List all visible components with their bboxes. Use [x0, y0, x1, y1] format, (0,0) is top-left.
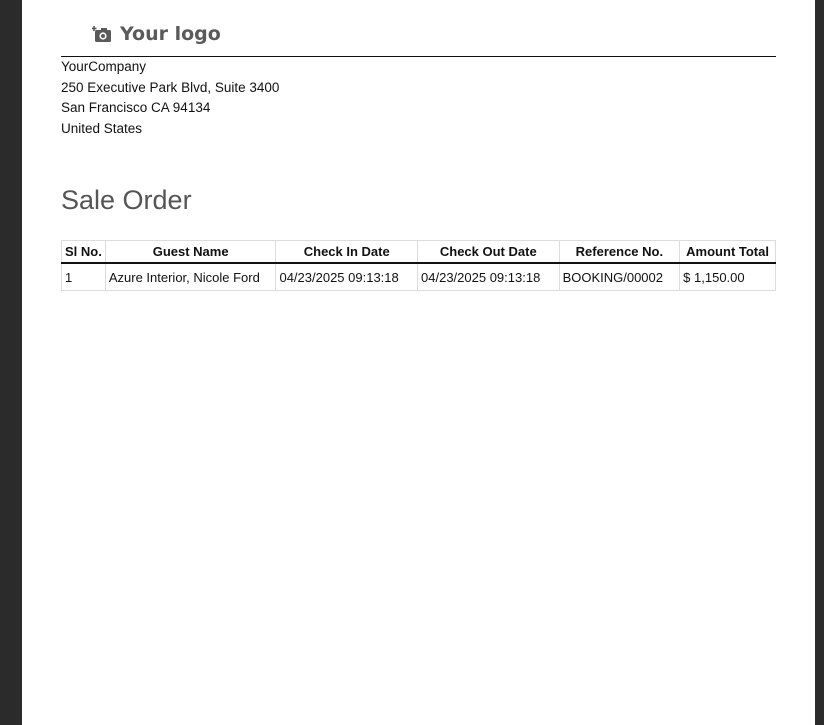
- cell-check-out-date: 04/23/2025 09:13:18: [417, 262, 560, 291]
- table-row: 1 Azure Interior, Nicole Ford 04/23/2025…: [61, 262, 776, 291]
- header-reference-no: Reference No.: [558, 240, 681, 264]
- company-name: YourCompany: [61, 59, 147, 74]
- header-guest-name: Guest Name: [104, 240, 277, 264]
- company-country: United States: [61, 120, 143, 136]
- cell-reference-no: BOOKING/00002: [558, 262, 681, 291]
- cell-amount-total: $ 1,150.00: [679, 262, 776, 291]
- company-city: San Francisco CA 94134: [61, 100, 211, 116]
- header-amount-total: Amount Total: [679, 240, 776, 264]
- booking-table: Sl No. Guest Name Check In Date Check Ou…: [61, 240, 776, 291]
- header-sl-no: Sl No.: [61, 240, 106, 264]
- cell-check-in-date: 04/23/2025 09:13:18: [275, 262, 419, 291]
- cell-sl-no: 1: [61, 262, 106, 291]
- cell-guest-name: Azure Interior, Nicole Ford: [104, 262, 277, 291]
- header-check-out-date: Check Out Date: [417, 240, 560, 264]
- document-title: Sale Order: [61, 185, 192, 215]
- logo-text: Your logo: [120, 23, 221, 45]
- table-header-row: Sl No. Guest Name Check In Date Check Ou…: [61, 240, 776, 264]
- company-logo: Your logo: [92, 20, 221, 48]
- report-page: Your logo YourCompany 250 Executive Park…: [22, 0, 815, 725]
- company-address: YourCompany 250 Executive Park Blvd, Sui…: [61, 57, 279, 139]
- camera-plus-icon: [92, 26, 111, 42]
- company-street: 250 Executive Park Blvd, Suite 3400: [61, 79, 280, 95]
- header-check-in-date: Check In Date: [275, 240, 419, 264]
